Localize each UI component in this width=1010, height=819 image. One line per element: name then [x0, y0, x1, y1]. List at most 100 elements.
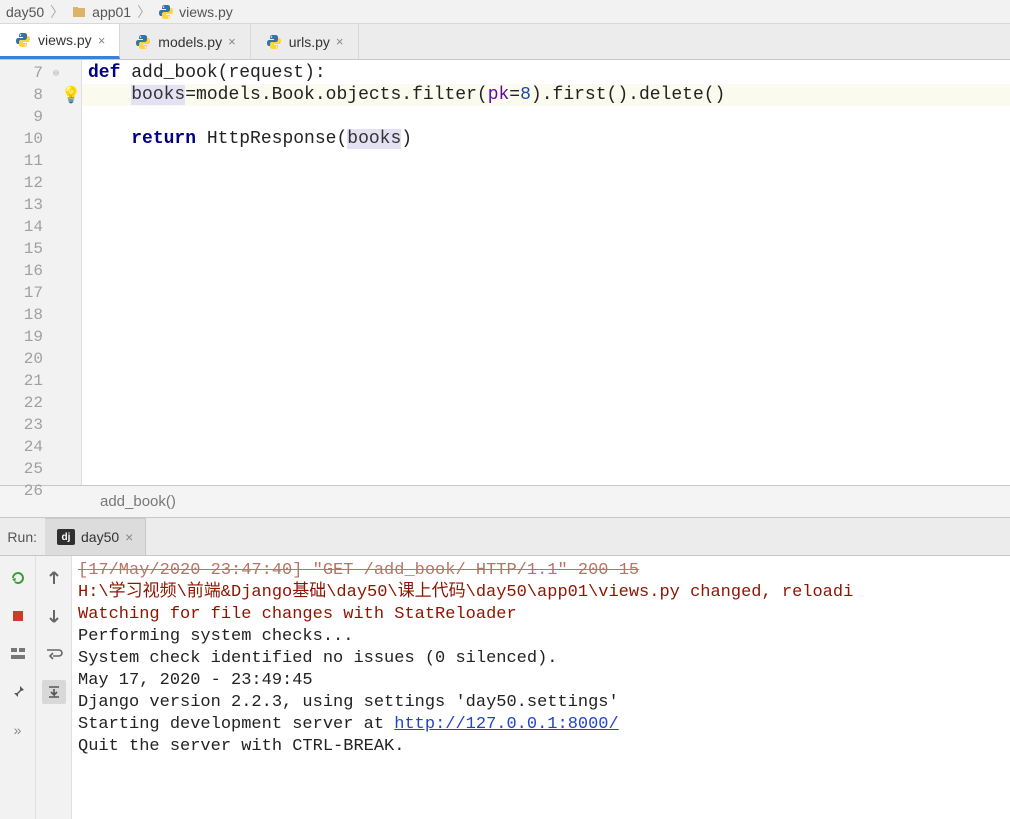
line-number: 19	[0, 326, 43, 348]
run-config-tab[interactable]: dj day50 ×	[45, 518, 146, 555]
line-number: 18	[0, 304, 43, 326]
code-line[interactable]	[82, 370, 1010, 392]
folder-icon	[70, 4, 88, 20]
intention-bulb-icon[interactable]: 💡	[61, 85, 79, 103]
line-number: 11	[0, 150, 43, 172]
console-line: May 17, 2020 - 23:49:45	[78, 670, 1004, 692]
breadcrumb: day50 〉 app01 〉 views.py	[0, 0, 1010, 24]
code-line[interactable]	[82, 106, 1010, 128]
scroll-down-button[interactable]	[42, 604, 66, 628]
code-line[interactable]	[82, 260, 1010, 282]
run-console: » [17/May/2020 23:47:40] "GET /add_book/…	[0, 556, 1010, 819]
line-number: 23	[0, 414, 43, 436]
line-number: 13	[0, 194, 43, 216]
line-number: 17	[0, 282, 43, 304]
console-line: [17/May/2020 23:47:40] "GET /add_book/ H…	[78, 560, 1004, 582]
soft-wrap-button[interactable]	[42, 642, 66, 666]
close-icon[interactable]: ×	[228, 34, 236, 49]
breadcrumb-item[interactable]: views.py	[157, 4, 233, 20]
tab-urls[interactable]: urls.py ×	[251, 24, 359, 59]
code-line[interactable]	[82, 348, 1010, 370]
code-content[interactable]: def add_book(request): books=models.Book…	[82, 60, 1010, 485]
code-line[interactable]	[82, 172, 1010, 194]
code-line[interactable]	[82, 414, 1010, 436]
run-toolbar-console	[36, 556, 72, 819]
line-number: 14	[0, 216, 43, 238]
python-file-icon	[134, 34, 152, 50]
code-line[interactable]	[82, 326, 1010, 348]
code-line[interactable]	[82, 282, 1010, 304]
tab-label: views.py	[38, 32, 92, 48]
line-number: 9	[0, 106, 43, 128]
breadcrumb-label: day50	[6, 4, 44, 20]
breadcrumb-label: views.py	[179, 4, 233, 20]
tab-label: models.py	[158, 34, 222, 50]
function-breadcrumb[interactable]: add_book()	[0, 486, 1010, 518]
python-file-icon	[265, 34, 283, 50]
line-number: 7⊖	[0, 62, 43, 84]
run-panel-header: Run: dj day50 ×	[0, 518, 1010, 556]
code-line[interactable]	[82, 194, 1010, 216]
chevron-right-icon: 〉	[50, 2, 64, 22]
line-number: 16	[0, 260, 43, 282]
console-line: Performing system checks...	[78, 626, 1004, 648]
line-number: 15	[0, 238, 43, 260]
code-line[interactable]: return HttpResponse(books)	[82, 128, 1010, 150]
pin-button[interactable]	[6, 680, 30, 704]
scroll-up-button[interactable]	[42, 566, 66, 590]
line-number: 26	[0, 480, 43, 502]
code-line[interactable]	[82, 480, 1010, 485]
line-number-gutter: 7⊖8💡91011121314151617181920212223242526	[0, 60, 82, 485]
line-number: 10	[0, 128, 43, 150]
code-line[interactable]	[82, 150, 1010, 172]
line-number: 12	[0, 172, 43, 194]
code-line[interactable]	[82, 304, 1010, 326]
breadcrumb-item[interactable]: day50	[6, 4, 44, 20]
code-line[interactable]: books=models.Book.objects.filter(pk=8).f…	[82, 84, 1010, 106]
code-line[interactable]	[82, 216, 1010, 238]
run-config-label: day50	[81, 529, 119, 545]
console-line: Quit the server with CTRL-BREAK.	[78, 736, 1004, 758]
code-line[interactable]	[82, 436, 1010, 458]
chevron-right-icon: 〉	[137, 2, 151, 22]
console-line: H:\学习视频\前端&Django基础\day50\课上代码\day50\app…	[78, 582, 1004, 604]
code-line[interactable]	[82, 392, 1010, 414]
function-breadcrumb-label: add_book()	[100, 493, 176, 510]
console-line: Watching for file changes with StatReloa…	[78, 604, 1004, 626]
close-icon[interactable]: ×	[336, 34, 344, 49]
editor[interactable]: 7⊖8💡91011121314151617181920212223242526 …	[0, 60, 1010, 486]
breadcrumb-item[interactable]: app01	[70, 4, 131, 20]
line-number: 8💡	[0, 84, 43, 106]
fold-icon[interactable]: ⊖	[47, 64, 59, 76]
editor-tabs: views.py × models.py × urls.py ×	[0, 24, 1010, 60]
run-panel-label: Run:	[0, 518, 45, 555]
close-icon[interactable]: ×	[98, 33, 106, 48]
server-url-link[interactable]: http://127.0.0.1:8000/	[394, 715, 618, 734]
code-line[interactable]	[82, 238, 1010, 260]
breadcrumb-label: app01	[92, 4, 131, 20]
line-number: 21	[0, 370, 43, 392]
console-line: Django version 2.2.3, using settings 'da…	[78, 692, 1004, 714]
layout-button[interactable]	[6, 642, 30, 666]
line-number: 25	[0, 458, 43, 480]
more-button[interactable]: »	[6, 718, 30, 742]
close-icon[interactable]: ×	[125, 529, 133, 545]
tab-models[interactable]: models.py ×	[120, 24, 250, 59]
code-line[interactable]	[82, 458, 1010, 480]
console-line: System check identified no issues (0 sil…	[78, 648, 1004, 670]
code-line[interactable]: def add_book(request):	[82, 62, 1010, 84]
console-line: Starting development server at http://12…	[78, 714, 1004, 736]
line-number: 22	[0, 392, 43, 414]
line-number: 24	[0, 436, 43, 458]
scroll-to-end-button[interactable]	[42, 680, 66, 704]
tab-views[interactable]: views.py ×	[0, 24, 120, 59]
rerun-button[interactable]	[6, 566, 30, 590]
python-file-icon	[157, 4, 175, 20]
python-file-icon	[14, 32, 32, 48]
line-number: 20	[0, 348, 43, 370]
run-toolbar-left: »	[0, 556, 36, 819]
tab-label: urls.py	[289, 34, 330, 50]
stop-button[interactable]	[6, 604, 30, 628]
console-output[interactable]: [17/May/2020 23:47:40] "GET /add_book/ H…	[72, 556, 1010, 819]
django-icon: dj	[57, 529, 75, 545]
